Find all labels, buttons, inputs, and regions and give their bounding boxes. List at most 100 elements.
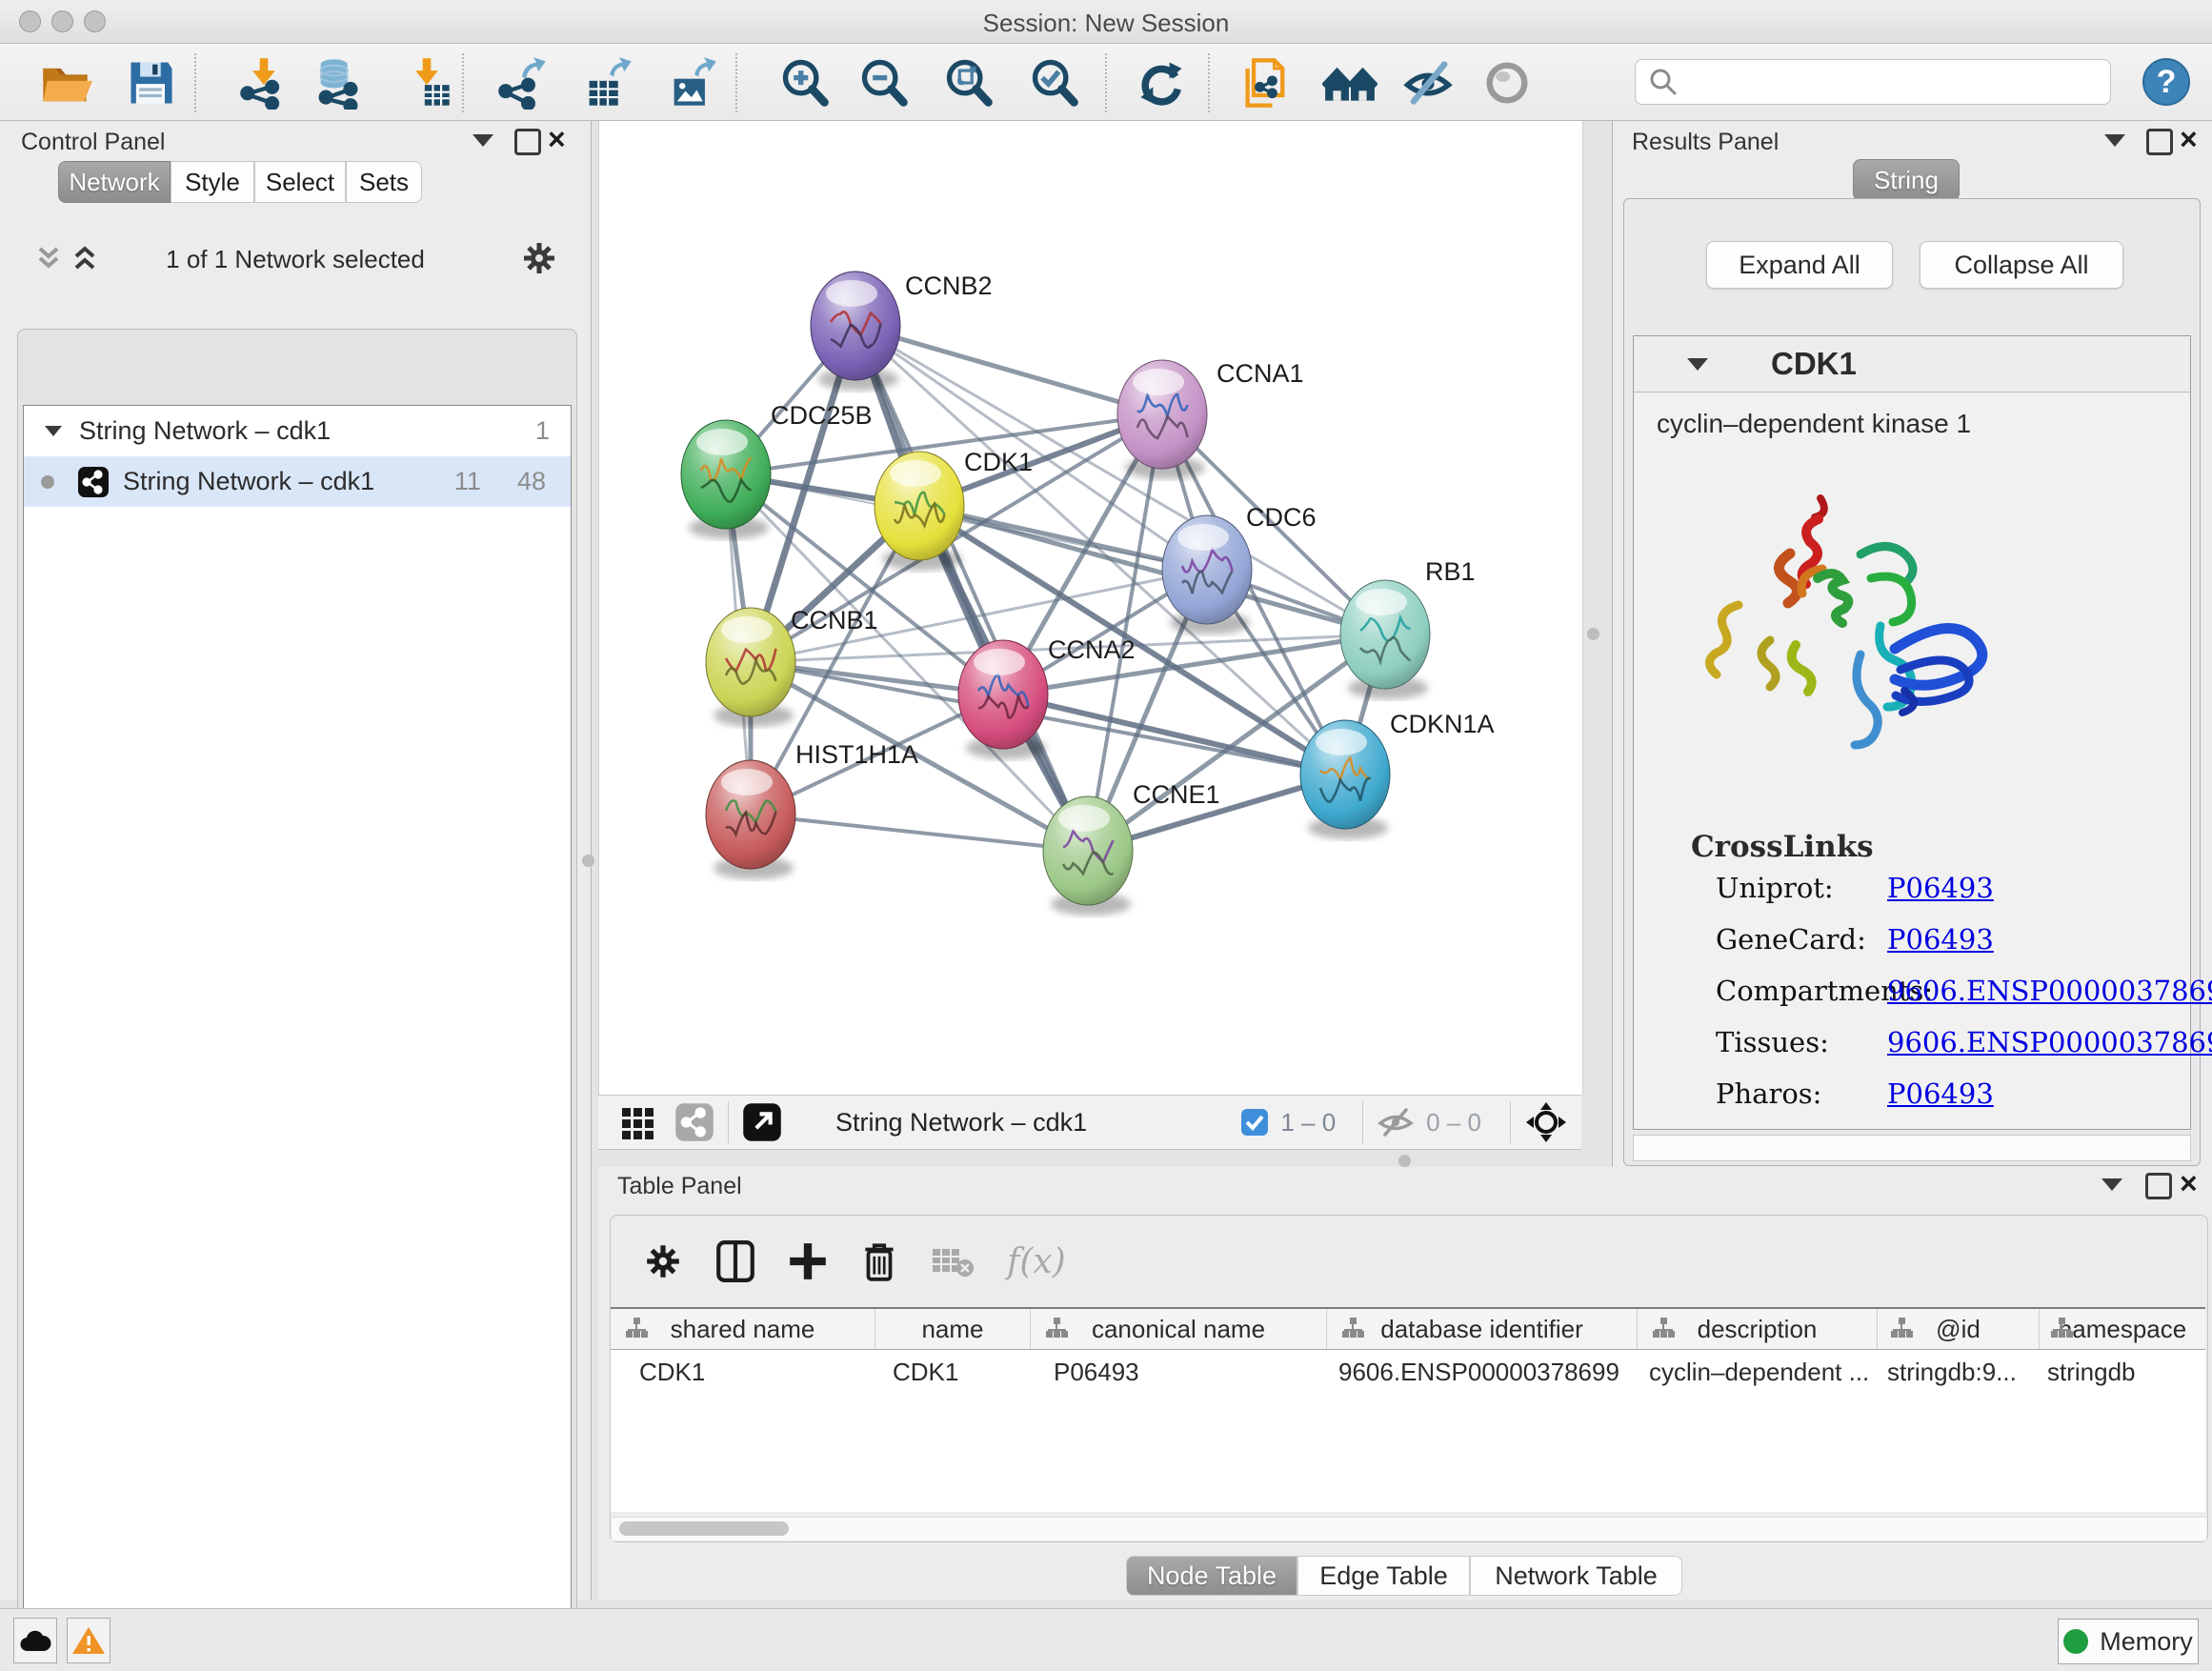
panel-close-icon[interactable]: ×: [2180, 129, 2198, 150]
hidden-eye-icon[interactable]: [1377, 1106, 1415, 1138]
export-table-button[interactable]: [580, 55, 635, 111]
tab-style[interactable]: Style: [171, 161, 254, 203]
collapse-all-button[interactable]: [32, 243, 65, 275]
column-header[interactable]: shared name: [611, 1309, 875, 1349]
add-column-button[interactable]: [788, 1239, 828, 1283]
section-collapse-icon[interactable]: [1687, 358, 1708, 371]
network-edge[interactable]: [1003, 695, 1345, 775]
network-node-HIST1H1A[interactable]: HIST1H1A: [706, 740, 918, 879]
table-hscrollbar[interactable]: [612, 1517, 2206, 1540]
search-input[interactable]: [1687, 68, 2101, 96]
column-header[interactable]: canonical name: [1031, 1309, 1327, 1349]
search-field[interactable]: [1635, 59, 2111, 105]
network-node-CCNE1[interactable]: CCNE1: [1043, 780, 1220, 916]
crosslink-label: Uniprot:: [1716, 872, 1834, 904]
panel-close-icon[interactable]: ×: [548, 129, 566, 150]
grid-view-button[interactable]: [619, 1103, 657, 1141]
panel-float-icon[interactable]: [2145, 1173, 2172, 1199]
column-header[interactable]: @id: [1878, 1309, 2040, 1349]
panel-close-icon[interactable]: ×: [2180, 1173, 2198, 1194]
status-bar: Memory: [0, 1608, 2212, 1671]
open-in-window-button[interactable]: [742, 1102, 782, 1142]
save-session-button[interactable]: [124, 55, 179, 111]
network-list-options-button[interactable]: [520, 239, 558, 277]
crosslink-link[interactable]: 9606.ENSP00000378699: [1887, 1026, 2212, 1058]
zoom-in-button[interactable]: [777, 55, 833, 111]
table-row[interactable]: CDK1 CDK1 P06493 9606.ENSP00000378699 cy…: [611, 1350, 2205, 1394]
expand-all-button[interactable]: Expand All: [1706, 241, 1893, 289]
birds-eye-icon[interactable]: [1524, 1100, 1568, 1144]
share-view-button[interactable]: [674, 1102, 714, 1142]
network-node-CDKN1A[interactable]: CDKN1A: [1300, 710, 1495, 839]
function-builder-button[interactable]: f(x): [1007, 1242, 1066, 1281]
tab-string[interactable]: String: [1853, 159, 1960, 201]
crosslink-link[interactable]: 9606.ENSP00000378699: [1887, 975, 2212, 1007]
network-row[interactable]: String Network – cdk1 11 48: [24, 456, 571, 507]
panel-float-icon[interactable]: [2146, 129, 2173, 155]
left-splitter-handle[interactable]: [582, 855, 594, 867]
memory-button[interactable]: Memory: [2058, 1619, 2199, 1664]
double-chevron-up-icon: [69, 243, 101, 275]
zoom-selected-button[interactable]: [1027, 55, 1082, 111]
network-node-CCNB2[interactable]: CCNB2: [811, 272, 993, 391]
panel-float-icon[interactable]: [514, 129, 541, 155]
hide-selected-button[interactable]: [1400, 55, 1456, 111]
right-splitter-handle[interactable]: [1587, 628, 1599, 640]
collection-collapse-icon[interactable]: [45, 426, 62, 436]
toggle-columns-button[interactable]: [715, 1239, 755, 1283]
help-button[interactable]: ?: [2142, 57, 2191, 107]
expand-all-button[interactable]: [69, 243, 101, 275]
cloud-status-button[interactable]: [13, 1618, 57, 1663]
network-node-CCNA2[interactable]: CCNA2: [958, 635, 1136, 759]
tab-network[interactable]: Network: [58, 161, 171, 203]
results-hscrollbar[interactable]: [1633, 1135, 2191, 1161]
export-network-button[interactable]: [494, 55, 550, 111]
delete-table-button[interactable]: [931, 1243, 975, 1279]
show-all-button[interactable]: [1479, 55, 1535, 111]
hscrollbar-thumb[interactable]: [619, 1521, 789, 1536]
network-node-RB1[interactable]: RB1: [1340, 557, 1476, 699]
panel-menu-icon[interactable]: [473, 134, 493, 147]
tab-network-table[interactable]: Network Table: [1470, 1556, 1682, 1596]
export-image-button[interactable]: [665, 55, 720, 111]
import-table-button[interactable]: [399, 55, 454, 111]
crosslink-link[interactable]: P06493: [1887, 872, 1994, 904]
collapse-all-button[interactable]: Collapse All: [1920, 241, 2123, 289]
column-header[interactable]: name: [875, 1309, 1031, 1349]
import-network-database-button[interactable]: [311, 55, 366, 111]
panel-menu-icon[interactable]: [2104, 134, 2125, 147]
column-header[interactable]: description: [1638, 1309, 1878, 1349]
network-node-CDC25B[interactable]: CDC25B: [681, 401, 873, 539]
delete-column-button[interactable]: [860, 1239, 898, 1283]
panel-menu-icon[interactable]: [2101, 1178, 2122, 1191]
column-header[interactable]: namespace: [2040, 1309, 2205, 1349]
table-settings-button[interactable]: [643, 1241, 683, 1281]
refresh-button[interactable]: [1134, 55, 1189, 111]
zoom-fit-button[interactable]: [941, 55, 996, 111]
selected-checkbox[interactable]: [1240, 1108, 1269, 1137]
tab-node-table[interactable]: Node Table: [1126, 1556, 1297, 1596]
crosslink-link[interactable]: P06493: [1887, 1077, 1994, 1110]
gene-section-header[interactable]: CDK1: [1634, 336, 2190, 393]
warning-status-button[interactable]: [67, 1618, 111, 1663]
zoom-out-button[interactable]: [856, 55, 912, 111]
node-attr-icon: [1044, 1317, 1069, 1341]
open-file-button[interactable]: [38, 55, 93, 111]
clone-network-button[interactable]: [1238, 55, 1294, 111]
network-canvas[interactable]: CCNB2CCNA1CDC25BCDK1CDC6RB1CCNB1CCNA2CDK…: [598, 121, 1583, 1095]
first-neighbors-button[interactable]: [1322, 55, 1377, 111]
network-collection-row[interactable]: String Network – cdk1 1: [24, 406, 571, 456]
network-node-CCNB1[interactable]: CCNB1: [706, 606, 878, 727]
tab-select[interactable]: Select: [254, 161, 346, 203]
import-network-file-button[interactable]: [236, 55, 292, 111]
column-header[interactable]: database identifier: [1327, 1309, 1638, 1349]
warning-icon: [71, 1625, 106, 1656]
crosslink-link[interactable]: P06493: [1887, 923, 1994, 956]
bottom-splitter-handle[interactable]: [1398, 1155, 1411, 1167]
tab-sets[interactable]: Sets: [346, 161, 422, 203]
network-node-CDK1[interactable]: CDK1: [875, 448, 1033, 571]
tab-edge-table[interactable]: Edge Table: [1297, 1556, 1470, 1596]
network-edge[interactable]: [855, 326, 1162, 414]
zoom-fit-icon: [942, 56, 995, 110]
table-header-row: shared name name canonical name database…: [611, 1307, 2205, 1350]
